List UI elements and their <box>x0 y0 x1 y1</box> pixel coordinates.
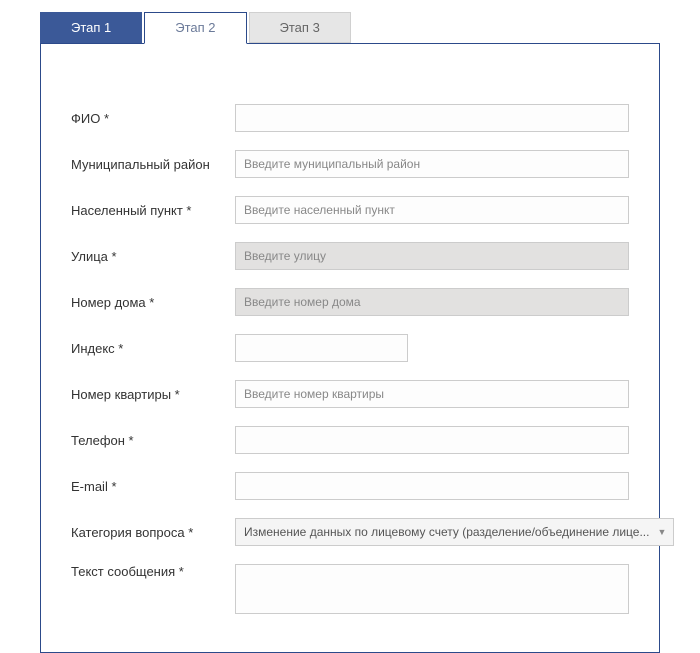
index-label: Индекс * <box>71 341 235 356</box>
house-label: Номер дома * <box>71 295 235 310</box>
house-input[interactable] <box>235 288 629 316</box>
message-input[interactable] <box>235 564 629 614</box>
email-input[interactable] <box>235 472 629 500</box>
street-input[interactable] <box>235 242 629 270</box>
street-label: Улица * <box>71 249 235 264</box>
locality-label: Населенный пункт * <box>71 203 235 218</box>
message-label: Текст сообщения * <box>71 564 235 579</box>
district-input[interactable] <box>235 150 629 178</box>
locality-input[interactable] <box>235 196 629 224</box>
tab-stage-2[interactable]: Этап 2 <box>144 12 246 44</box>
fio-input[interactable] <box>235 104 629 132</box>
phone-label: Телефон * <box>71 433 235 448</box>
category-select[interactable]: Изменение данных по лицевому счету (разд… <box>235 518 674 546</box>
tab-stage-1[interactable]: Этап 1 <box>40 12 142 43</box>
tab-stage-3[interactable]: Этап 3 <box>249 12 351 43</box>
index-input[interactable] <box>235 334 408 362</box>
fio-label: ФИО * <box>71 111 235 126</box>
tabs: Этап 1 Этап 2 Этап 3 <box>40 12 660 43</box>
form-panel: ФИО * Муниципальный район Населенный пун… <box>40 43 660 653</box>
district-label: Муниципальный район <box>71 157 235 172</box>
apartment-input[interactable] <box>235 380 629 408</box>
apartment-label: Номер квартиры * <box>71 387 235 402</box>
phone-input[interactable] <box>235 426 629 454</box>
email-label: E-mail * <box>71 479 235 494</box>
category-label: Категория вопроса * <box>71 525 235 540</box>
